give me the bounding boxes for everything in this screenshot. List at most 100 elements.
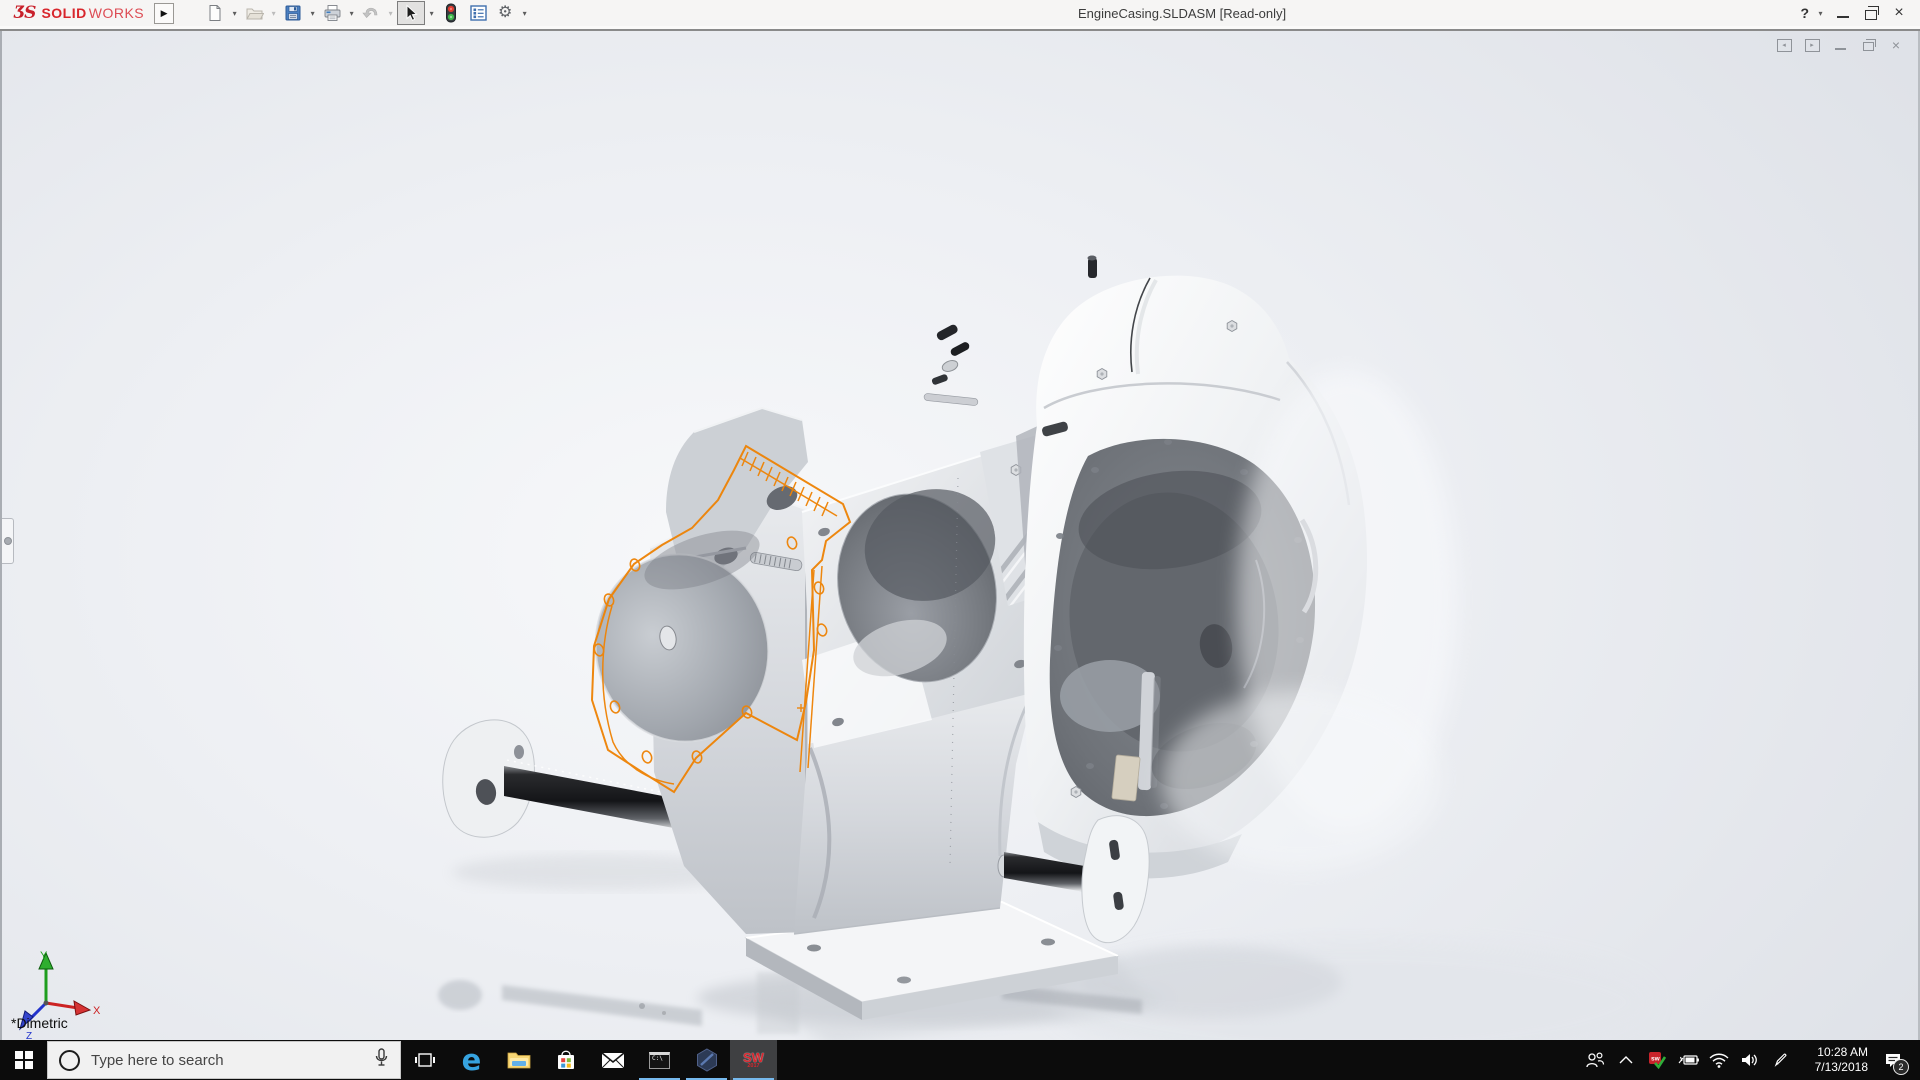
wifi-icon: [1709, 1053, 1729, 1068]
select-caret-icon[interactable]: ▾: [426, 9, 437, 18]
pane-right-icon: ▸: [1810, 41, 1814, 49]
taskbar-mail[interactable]: [589, 1040, 636, 1080]
help-caret-icon[interactable]: ▾: [1815, 9, 1826, 18]
speaker-icon: [1741, 1052, 1759, 1068]
clock-time: 10:28 AM: [1796, 1045, 1868, 1060]
document-window-controls: ◂ ▸ ×: [1774, 37, 1906, 53]
windows-logo-icon: [15, 1051, 33, 1069]
new-document-icon: [206, 4, 224, 22]
window-controls: ? ▾ ×: [1800, 0, 1920, 26]
save-caret-icon[interactable]: ▾: [307, 9, 318, 18]
help-button[interactable]: ?: [1800, 5, 1809, 21]
logo-text-solid: SOLID: [41, 5, 86, 21]
wifi-button[interactable]: [1703, 1040, 1734, 1080]
restore-button[interactable]: [1860, 3, 1882, 23]
hidden-icons-button[interactable]: [1610, 1040, 1641, 1080]
clock-date: 7/13/2018: [1796, 1060, 1868, 1075]
people-icon: [1585, 1052, 1605, 1068]
expand-arrow-icon: ▶: [161, 8, 168, 19]
y-axis-label: Y: [40, 950, 48, 962]
pen-button[interactable]: [1765, 1040, 1796, 1080]
traffic-light-icon: [444, 3, 458, 23]
graphics-viewport[interactable]: ◂ ▸ × Y X Z *Dimetric: [0, 31, 1920, 1040]
select-cursor-icon: [402, 4, 420, 22]
open-caret-icon[interactable]: ▾: [268, 9, 279, 18]
doc-minimize-icon: [1835, 48, 1846, 50]
titlebar-separator-dark: [0, 29, 1920, 31]
windows-taskbar: Type here to search e C:\ SW 2017: [0, 1040, 1920, 1080]
quick-access-toolbar: ▾ ▾ ▾ ▾ ▾ ▾ ⚙ ▾: [202, 1, 530, 25]
cortana-icon: [59, 1050, 80, 1071]
undo-caret-icon[interactable]: ▾: [385, 9, 396, 18]
x-axis-label: X: [93, 1005, 101, 1017]
system-tray: sw 10:28 AM 7/13/2018 2: [1579, 1040, 1920, 1080]
hexagon-app-icon: [695, 1048, 719, 1072]
menu-expand-button[interactable]: ▶: [154, 3, 174, 24]
microphone-icon[interactable]: [374, 1048, 389, 1073]
taskbar-file-explorer[interactable]: [495, 1040, 542, 1080]
taskbar-hexagon-app[interactable]: [683, 1040, 730, 1080]
print-caret-icon[interactable]: ▾: [346, 9, 357, 18]
open-icon: [245, 4, 264, 22]
pane-left-icon: ◂: [1782, 41, 1786, 49]
edge-icon: e: [462, 1046, 482, 1075]
pane-collapse-left-button[interactable]: ◂: [1774, 37, 1794, 53]
doc-close-button[interactable]: ×: [1886, 37, 1906, 53]
document-title: EngineCasing.SLDASM [Read-only]: [1078, 6, 1286, 21]
sw-resource-monitor[interactable]: sw: [1641, 1040, 1672, 1080]
minimize-button[interactable]: [1832, 3, 1854, 23]
restore-icon: [1865, 10, 1877, 20]
open-button[interactable]: [241, 2, 267, 24]
solidworks-2017-icon: SW 2017: [743, 1051, 764, 1070]
print-button[interactable]: [319, 2, 345, 24]
task-view-button[interactable]: [401, 1040, 448, 1080]
people-button[interactable]: [1579, 1040, 1610, 1080]
search-placeholder: Type here to search: [91, 1052, 224, 1069]
taskbar-search-box[interactable]: Type here to search: [47, 1041, 401, 1079]
options-button[interactable]: ⚙: [492, 2, 518, 24]
save-icon: [284, 4, 302, 22]
z-axis-label: Z: [26, 1031, 32, 1040]
close-icon: ×: [1894, 5, 1903, 21]
undo-button[interactable]: [358, 2, 384, 24]
pane-collapse-right-button[interactable]: ▸: [1802, 37, 1822, 53]
close-button[interactable]: ×: [1888, 3, 1910, 23]
minimize-icon: [1837, 16, 1849, 18]
start-button[interactable]: [0, 1040, 47, 1080]
action-center-button[interactable]: 2: [1872, 1040, 1914, 1080]
undo-icon: [362, 4, 381, 22]
display-states-button[interactable]: [438, 2, 464, 24]
splitter-handle-icon: [4, 537, 12, 545]
mail-icon: [601, 1052, 625, 1069]
taskbar-clock[interactable]: 10:28 AM 7/13/2018: [1796, 1045, 1872, 1075]
doc-minimize-button[interactable]: [1830, 37, 1850, 53]
taskbar-solidworks[interactable]: SW 2017: [730, 1040, 777, 1080]
volume-button[interactable]: [1734, 1040, 1765, 1080]
battery-icon: [1677, 1053, 1699, 1067]
save-button[interactable]: [280, 2, 306, 24]
notification-badge: 2: [1893, 1059, 1909, 1075]
featuremanager-splitter-tab[interactable]: [2, 518, 14, 564]
new-document-button[interactable]: [202, 2, 228, 24]
sw-letters: SW: [743, 1051, 764, 1064]
gear-icon: ⚙: [498, 5, 512, 21]
taskbar-store[interactable]: [542, 1040, 589, 1080]
logo-text-works: WORKS: [89, 5, 144, 21]
file-properties-icon: [469, 4, 488, 22]
taskbar-edge[interactable]: e: [448, 1040, 495, 1080]
select-button[interactable]: [397, 1, 425, 25]
doc-close-icon: ×: [1892, 38, 1900, 52]
taskbar-command-prompt[interactable]: C:\: [636, 1040, 683, 1080]
new-caret-icon[interactable]: ▾: [229, 9, 240, 18]
options-caret-icon[interactable]: ▾: [519, 9, 530, 18]
ds-logo-mark: ƷS: [14, 3, 35, 23]
sw-year: 2017: [747, 1064, 759, 1070]
doc-restore-button[interactable]: [1858, 37, 1878, 53]
svg-text:sw: sw: [1651, 1056, 1661, 1063]
file-properties-button[interactable]: [465, 2, 491, 24]
battery-button[interactable]: [1672, 1040, 1703, 1080]
taskbar-empty-area: [777, 1040, 1579, 1080]
engine-casing-3d-model[interactable]: [2, 31, 1918, 1040]
store-icon: [555, 1049, 577, 1071]
doc-restore-icon: [1863, 42, 1874, 51]
